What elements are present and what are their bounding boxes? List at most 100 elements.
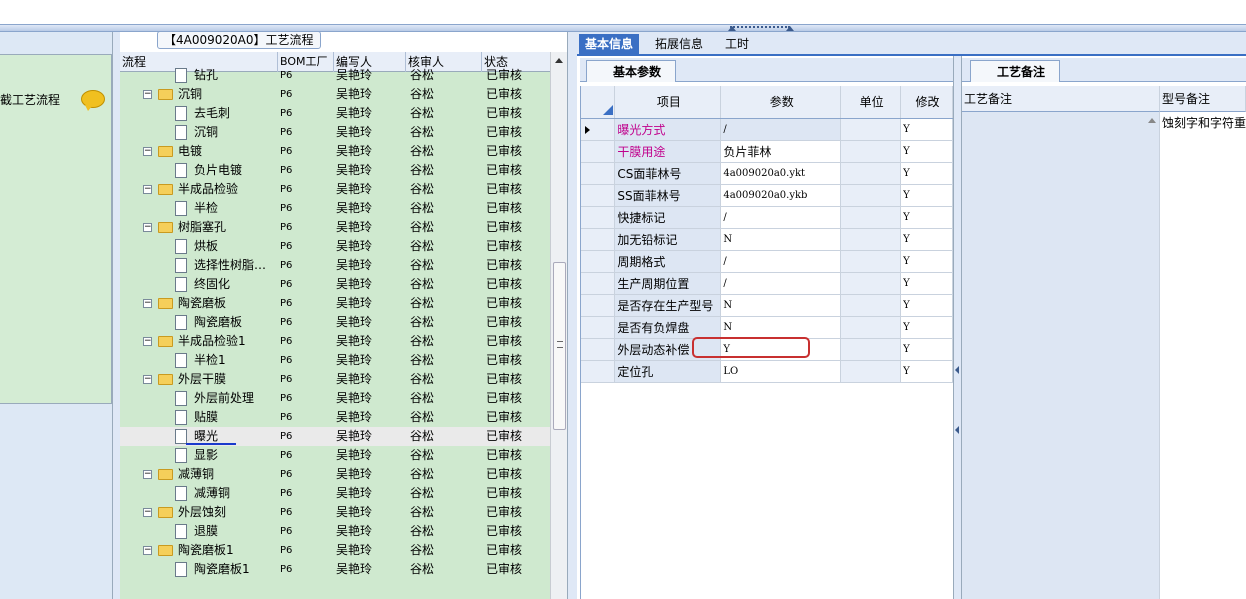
row-indicator[interactable] <box>581 272 616 295</box>
tree-row[interactable]: 外层前处理 P6 吴艳玲 谷松 已审核 <box>120 389 550 408</box>
param-unit[interactable] <box>840 294 902 317</box>
tree-node-label[interactable]: 退膜 <box>194 522 218 541</box>
collapse-left-icon[interactable] <box>955 366 959 374</box>
model-note-cell[interactable]: 蚀刻字和字符重 <box>1162 114 1246 131</box>
collapse-toggle-icon[interactable]: − <box>143 546 152 555</box>
tree-node-label[interactable]: 外层前处理 <box>194 389 254 408</box>
tree-row[interactable]: 沉铜 P6 吴艳玲 谷松 已审核 <box>120 123 550 142</box>
param-modify[interactable]: Y <box>900 316 953 339</box>
flow-title-tab[interactable]: 【4A009020A0】工艺流程 <box>157 31 321 49</box>
tree-node-label[interactable]: 陶瓷磨板1 <box>178 541 234 560</box>
collapse-toggle-icon[interactable]: − <box>143 90 152 99</box>
row-indicator[interactable] <box>581 184 616 207</box>
tree-scrollbar[interactable] <box>550 52 567 599</box>
row-indicator[interactable] <box>581 360 616 383</box>
param-row[interactable]: 周期格式 / Y <box>581 250 953 273</box>
tree-node-label[interactable]: 减薄铜 <box>178 465 214 484</box>
header-unit[interactable]: 单位 <box>840 86 902 119</box>
param-value[interactable]: / <box>720 272 842 295</box>
param-unit[interactable] <box>840 140 902 163</box>
tree-node-label[interactable]: 半检 <box>194 199 218 218</box>
param-modify[interactable]: Y <box>900 140 953 163</box>
param-row[interactable]: 快捷标记 / Y <box>581 206 953 229</box>
param-modify[interactable]: Y <box>900 206 953 229</box>
param-modify[interactable]: Y <box>900 272 953 295</box>
row-indicator[interactable] <box>581 206 616 229</box>
middle-vertical-splitter[interactable] <box>567 32 577 599</box>
param-row[interactable]: 定位孔 LO Y <box>581 360 953 383</box>
tab-process-notes[interactable]: 工艺备注 <box>970 60 1061 82</box>
tree-node-label[interactable]: 选择性树脂… <box>194 256 266 275</box>
param-value[interactable]: / <box>720 118 842 141</box>
param-modify[interactable]: Y <box>900 360 953 383</box>
param-unit[interactable] <box>840 316 902 339</box>
tree-row[interactable]: − 陶瓷磨板 P6 吴艳玲 谷松 已审核 <box>120 294 550 313</box>
param-value[interactable]: N <box>720 228 842 251</box>
collapse-toggle-icon[interactable]: − <box>143 223 152 232</box>
tree-row[interactable]: 选择性树脂… P6 吴艳玲 谷松 已审核 <box>120 256 550 275</box>
row-indicator[interactable] <box>581 118 616 141</box>
tree-row[interactable]: − 半成品检验 P6 吴艳玲 谷松 已审核 <box>120 180 550 199</box>
tree-node-label[interactable]: 外层干膜 <box>178 370 226 389</box>
param-value[interactable]: N <box>720 316 842 339</box>
collapse-toggle-icon[interactable]: − <box>143 185 152 194</box>
tree-row[interactable]: − 外层干膜 P6 吴艳玲 谷松 已审核 <box>120 370 550 389</box>
param-unit[interactable] <box>840 338 902 361</box>
collapse-toggle-icon[interactable]: − <box>143 299 152 308</box>
tree-node-label[interactable]: 陶瓷磨板 <box>178 294 226 313</box>
param-unit[interactable] <box>840 118 902 141</box>
tree-node-label[interactable]: 烘板 <box>194 237 218 256</box>
param-unit[interactable] <box>840 184 902 207</box>
comment-bubble-icon[interactable] <box>81 90 105 111</box>
param-unit[interactable] <box>840 360 902 383</box>
param-row[interactable]: 生产周期位置 / Y <box>581 272 953 295</box>
header-item[interactable]: 项目 <box>614 86 722 119</box>
tree-node-label[interactable]: 电镀 <box>178 142 202 161</box>
param-unit[interactable] <box>840 206 902 229</box>
tree-row[interactable]: 减薄铜 P6 吴艳玲 谷松 已审核 <box>120 484 550 503</box>
tree-node-label[interactable]: 去毛刺 <box>194 104 230 123</box>
param-unit[interactable] <box>840 272 902 295</box>
tree-node-label[interactable]: 贴膜 <box>194 408 218 427</box>
tab-work-hours[interactable]: 工时 <box>719 34 755 54</box>
collapse-toggle-icon[interactable]: − <box>143 147 152 156</box>
header-process-note[interactable]: 工艺备注 <box>962 86 1160 112</box>
tree-node-label[interactable]: 沉铜 <box>178 85 202 104</box>
tree-row[interactable]: 贴膜 P6 吴艳玲 谷松 已审核 <box>120 408 550 427</box>
tree-row[interactable]: 半检1 P6 吴艳玲 谷松 已审核 <box>120 351 550 370</box>
param-value[interactable]: / <box>720 206 842 229</box>
tree-row[interactable]: 终固化 P6 吴艳玲 谷松 已审核 <box>120 275 550 294</box>
tree-row[interactable]: 钻孔 P6 吴艳玲 谷松 已审核 <box>120 66 550 85</box>
row-indicator[interactable] <box>581 162 616 185</box>
param-modify[interactable]: Y <box>900 294 953 317</box>
collapse-toggle-icon[interactable]: − <box>143 337 152 346</box>
tree-row[interactable]: − 外层蚀刻 P6 吴艳玲 谷松 已审核 <box>120 503 550 522</box>
row-indicator[interactable] <box>581 316 616 339</box>
param-row[interactable]: 是否有负焊盘 N Y <box>581 316 953 339</box>
tree-node-label[interactable]: 陶瓷磨板 <box>194 313 242 332</box>
param-value[interactable]: 负片菲林 <box>720 140 842 163</box>
left-panel-title[interactable]: 截工艺流程 <box>0 91 60 108</box>
header-model-note[interactable]: 型号备注 <box>1160 86 1246 112</box>
tree-row[interactable]: 显影 P6 吴艳玲 谷松 已审核 <box>120 446 550 465</box>
tree-node-label[interactable]: 显影 <box>194 446 218 465</box>
scroll-up-icon[interactable] <box>1148 118 1156 123</box>
scroll-thumb[interactable] <box>553 262 566 430</box>
param-row[interactable]: CS面菲林号 4a009020a0.ykt Y <box>581 162 953 185</box>
tree-node-label[interactable]: 半成品检验 <box>178 180 238 199</box>
param-unit[interactable] <box>840 162 902 185</box>
tree-node-label[interactable]: 终固化 <box>194 275 230 294</box>
tab-basic-params[interactable]: 基本参数 <box>586 60 677 82</box>
row-indicator[interactable] <box>581 228 616 251</box>
row-indicator[interactable] <box>581 338 616 361</box>
tree-row[interactable]: 烘板 P6 吴艳玲 谷松 已审核 <box>120 237 550 256</box>
scroll-up-icon[interactable] <box>555 58 563 63</box>
param-row[interactable]: 干膜用途 负片菲林 Y <box>581 140 953 163</box>
header-modify[interactable]: 修改 <box>900 86 953 119</box>
tree-row[interactable]: 曝光 P6 吴艳玲 谷松 已审核 <box>120 427 550 446</box>
tree-row[interactable]: 陶瓷磨板 P6 吴艳玲 谷松 已审核 <box>120 313 550 332</box>
param-row[interactable]: 是否存在生产型号 N Y <box>581 294 953 317</box>
tree-row[interactable]: − 半成品检验1 P6 吴艳玲 谷松 已审核 <box>120 332 550 351</box>
row-indicator[interactable] <box>581 294 616 317</box>
collapse-toggle-icon[interactable]: − <box>143 470 152 479</box>
